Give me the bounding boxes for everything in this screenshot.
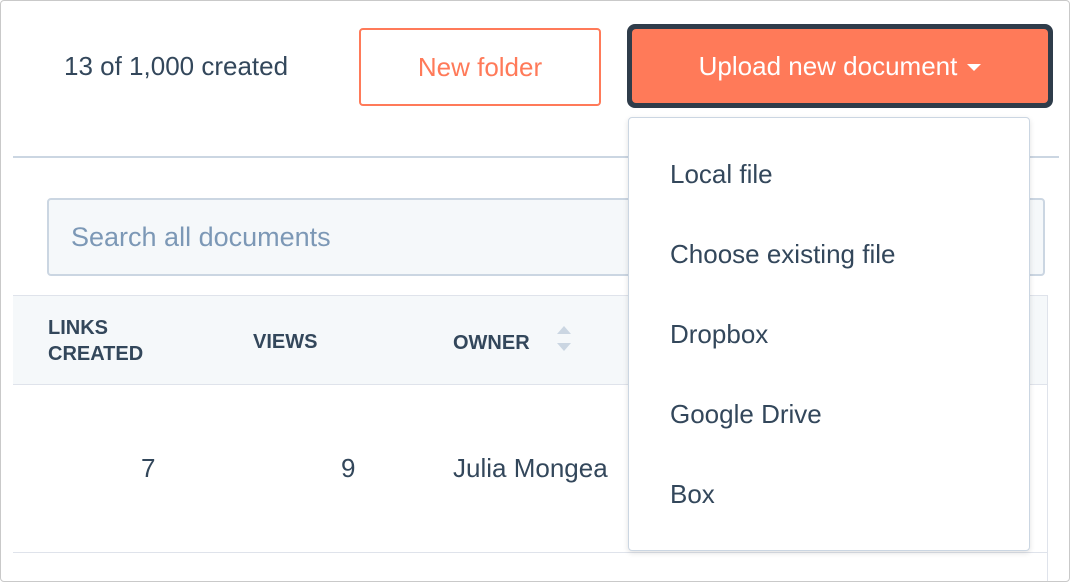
column-links-created[interactable]: LINKS CREATED [48,315,143,367]
search-placeholder: Search all documents [71,222,331,252]
menu-item-choose-existing-file[interactable]: Choose existing file [670,239,895,270]
cell-owner: Julia Mongea [453,453,608,483]
documents-count: 13 of 1,000 created [64,51,289,81]
column-links-created-line1: LINKS [48,317,108,339]
upload-dropdown-menu: Local file Choose existing file Dropbox … [628,117,1030,551]
upload-button-label: Upload new document [698,50,958,81]
cell-links-created: 7 [141,453,156,483]
menu-item-box[interactable]: Box [670,479,715,510]
column-owner[interactable]: OWNER [453,330,530,356]
menu-item-local-file[interactable]: Local file [670,159,773,190]
table-right-border [1047,295,1048,581]
upload-new-document-button[interactable]: Upload new document [632,29,1048,103]
menu-item-google-drive[interactable]: Google Drive [670,399,822,430]
new-folder-label: New folder [417,51,543,82]
documents-panel: 13 of 1,000 created New folder Upload ne… [0,0,1070,582]
cell-views: 9 [341,453,356,483]
caret-down-icon [967,63,982,71]
menu-item-dropbox[interactable]: Dropbox [670,319,768,350]
sort-icon[interactable] [557,326,571,354]
row-divider [13,552,1047,553]
new-folder-button[interactable]: New folder [359,28,601,106]
column-links-created-line2: CREATED [48,343,144,365]
column-views[interactable]: VIEWS [253,329,317,355]
